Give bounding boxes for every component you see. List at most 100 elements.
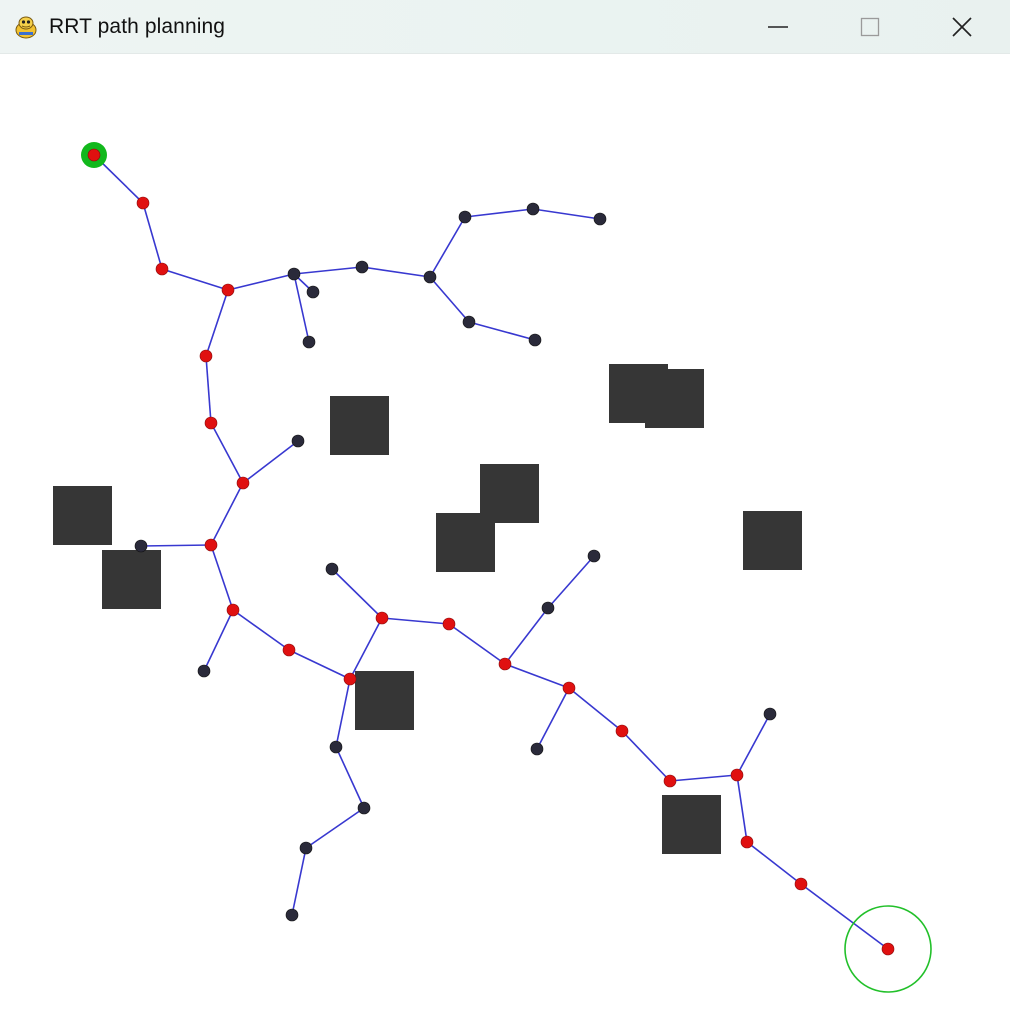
tree-edge xyxy=(140,544,212,547)
close-icon xyxy=(952,17,972,37)
tree-edge xyxy=(429,276,470,323)
tree-edge xyxy=(361,266,431,278)
tree-edge xyxy=(464,208,534,218)
obstacle xyxy=(743,511,802,570)
tree-edge xyxy=(536,687,570,750)
path-node xyxy=(794,877,808,891)
tree-edge xyxy=(205,355,212,424)
window-title: RRT path planning xyxy=(49,14,226,38)
tree-edge xyxy=(468,321,536,341)
path-node xyxy=(236,476,250,490)
minimize-button[interactable] xyxy=(732,0,824,54)
tree-edge xyxy=(800,883,889,950)
tree-edge xyxy=(547,555,595,609)
tree-edge xyxy=(142,202,163,270)
path-node xyxy=(204,416,218,430)
tree-edge xyxy=(288,649,351,680)
path-node xyxy=(199,349,213,363)
path-node xyxy=(562,681,576,695)
tree-node xyxy=(302,335,316,349)
maximize-icon xyxy=(860,17,880,37)
tree-node xyxy=(285,908,299,922)
obstacle xyxy=(645,369,704,428)
path-node xyxy=(282,643,296,657)
tree-edge xyxy=(448,623,506,665)
rrt-scene xyxy=(53,142,932,993)
tree-edge xyxy=(621,730,671,782)
close-button[interactable] xyxy=(916,0,1008,54)
tree-edge xyxy=(736,774,748,843)
title-bar[interactable]: RRT path planning xyxy=(0,0,1010,54)
minimize-icon xyxy=(768,26,788,28)
path-node xyxy=(343,672,357,686)
tree-node xyxy=(541,601,555,615)
path-node xyxy=(730,768,744,782)
tree-node xyxy=(526,202,540,216)
tree-edge xyxy=(305,807,365,849)
tree-edge xyxy=(381,617,450,625)
path-node xyxy=(375,611,389,625)
tree-edge xyxy=(210,544,234,611)
path-node xyxy=(442,617,456,631)
path-node xyxy=(204,538,218,552)
path-node xyxy=(740,835,754,849)
path-node xyxy=(155,262,169,276)
tree-node xyxy=(291,434,305,448)
path-node xyxy=(881,942,895,956)
pygame-snake-icon xyxy=(13,14,39,40)
tree-node xyxy=(593,212,607,226)
tree-edge xyxy=(429,216,466,278)
tree-node xyxy=(763,707,777,721)
path-node xyxy=(498,657,512,671)
tree-edge xyxy=(746,841,802,885)
tree-edge xyxy=(293,266,363,275)
path-node xyxy=(221,283,235,297)
obstacle xyxy=(330,396,389,455)
tree-edge xyxy=(203,609,234,672)
tree-node xyxy=(325,562,339,576)
path-node xyxy=(663,774,677,788)
tree-edge xyxy=(210,482,244,546)
tree-edge xyxy=(242,440,299,484)
tree-edge xyxy=(532,208,601,220)
obstacle xyxy=(102,550,161,609)
path-node xyxy=(136,196,150,210)
path-node xyxy=(226,603,240,617)
obstacle xyxy=(662,795,721,854)
tree-edge xyxy=(293,273,310,343)
tree-edge xyxy=(227,273,295,291)
tree-node xyxy=(462,315,476,329)
tree-node xyxy=(587,549,601,563)
rrt-canvas[interactable] xyxy=(0,54,1010,1012)
tree-edge xyxy=(504,663,570,689)
tree-edge xyxy=(210,422,244,484)
tree-node xyxy=(357,801,371,815)
tree-node xyxy=(528,333,542,347)
maximize-button[interactable] xyxy=(824,0,916,54)
tree-node xyxy=(329,740,343,754)
tree-edge xyxy=(568,687,623,732)
tree-node xyxy=(458,210,472,224)
tree-edge xyxy=(736,713,771,776)
tree-edge xyxy=(232,609,290,651)
tree-edge xyxy=(504,607,549,665)
tree-edge xyxy=(161,268,229,291)
tree-node xyxy=(287,267,301,281)
tree-edge xyxy=(205,289,229,357)
path-node xyxy=(615,724,629,738)
tree-edge xyxy=(349,617,383,680)
tree-node xyxy=(355,260,369,274)
tree-edge xyxy=(335,746,365,809)
tree-edge xyxy=(291,847,307,916)
tree-edge xyxy=(669,774,738,782)
tree-node xyxy=(423,270,437,284)
obstacle xyxy=(53,486,112,545)
tree-node xyxy=(530,742,544,756)
tree-node xyxy=(299,841,313,855)
tree-edge xyxy=(335,678,351,748)
tree-edge xyxy=(331,568,383,619)
obstacle xyxy=(436,513,495,572)
tree-node xyxy=(134,539,148,553)
path-node xyxy=(87,148,101,162)
tree-node xyxy=(197,664,211,678)
